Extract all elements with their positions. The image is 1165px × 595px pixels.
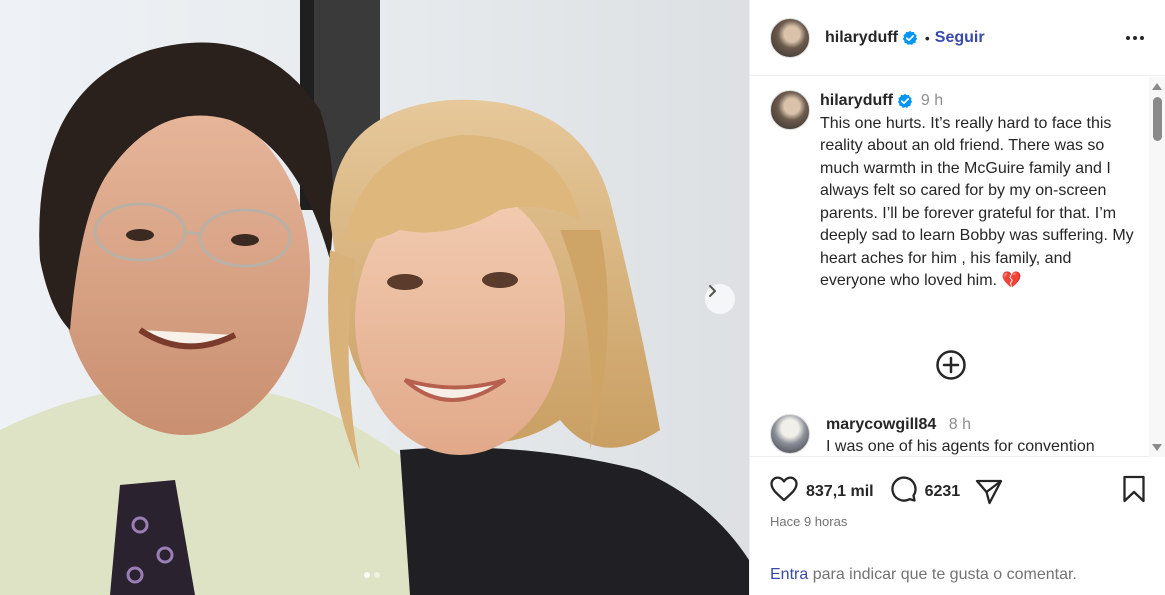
caption-time[interactable]: 9 h: [921, 90, 943, 113]
comment-time[interactable]: 8 h: [949, 416, 971, 433]
carousel-indicator: [364, 572, 380, 578]
scroll-thumb[interactable]: [1153, 97, 1162, 141]
login-link[interactable]: Entra: [770, 566, 808, 583]
heart-icon[interactable]: [770, 476, 798, 507]
post-sidebar: hilaryduff • Seguir hilaryduff 9 h This …: [749, 0, 1165, 595]
comments-scrollbar[interactable]: [1149, 77, 1165, 457]
login-prompt-text: para indicar que te gusta o comentar.: [808, 566, 1077, 583]
broken-heart-emoji: 💔: [1001, 272, 1022, 289]
bookmark-icon[interactable]: [1122, 475, 1146, 508]
post-header: hilaryduff • Seguir: [750, 0, 1165, 76]
caption-body: hilaryduff 9 h This one hurts. It’s real…: [820, 90, 1134, 293]
scroll-up-arrow-icon[interactable]: [1152, 83, 1162, 90]
post-timestamp[interactable]: Hace 9 horas: [770, 514, 847, 529]
like-action[interactable]: 837,1 mil: [770, 476, 874, 507]
separator-dot: •: [924, 29, 930, 46]
scroll-down-arrow-icon[interactable]: [1152, 444, 1162, 451]
comment-item: marycowgill84 8 h I was one of his agent…: [770, 414, 1150, 456]
carousel-dot: [374, 572, 380, 578]
caption: hilaryduff 9 h This one hurts. It’s real…: [750, 77, 1165, 293]
caption-header: hilaryduff 9 h: [820, 90, 1134, 113]
verified-badge-icon: [902, 30, 918, 46]
caption-username[interactable]: hilaryduff: [820, 90, 893, 113]
comment-icon[interactable]: [889, 475, 917, 508]
caption-avatar[interactable]: [770, 90, 810, 130]
author-username[interactable]: hilaryduff: [825, 29, 898, 47]
comment-action[interactable]: 6231: [889, 475, 961, 508]
verified-badge-icon: [897, 93, 913, 109]
comment-body: marycowgill84 8 h I was one of his agent…: [826, 414, 1095, 456]
author-avatar[interactable]: [770, 17, 810, 58]
post-photo[interactable]: [0, 0, 749, 595]
like-count[interactable]: 837,1 mil: [806, 483, 874, 501]
more-options-icon[interactable]: [1125, 35, 1145, 41]
login-prompt: Entra para indicar que te gusta o coment…: [770, 566, 1077, 584]
commenter-avatar[interactable]: [770, 414, 810, 454]
follow-button[interactable]: Seguir: [935, 29, 985, 47]
carousel-dot-active: [364, 572, 370, 578]
photo-illustration: [0, 0, 749, 595]
load-more-comments-icon[interactable]: [935, 349, 967, 386]
commenter-username[interactable]: marycowgill84: [826, 416, 936, 433]
caption-text: This one hurts. It’s really hard to face…: [820, 113, 1134, 293]
post-actions: 837,1 mil 6231: [770, 475, 1146, 508]
comment-text: I was one of his agents for convention: [826, 438, 1095, 455]
caption-text-content: This one hurts. It’s really hard to face…: [820, 114, 1139, 290]
comments-section[interactable]: hilaryduff 9 h This one hurts. It’s real…: [750, 77, 1165, 457]
carousel-next-button[interactable]: [705, 284, 735, 314]
comment-header: marycowgill84 8 h: [826, 414, 1095, 436]
comment-count[interactable]: 6231: [925, 483, 961, 501]
share-icon[interactable]: [975, 479, 1003, 505]
